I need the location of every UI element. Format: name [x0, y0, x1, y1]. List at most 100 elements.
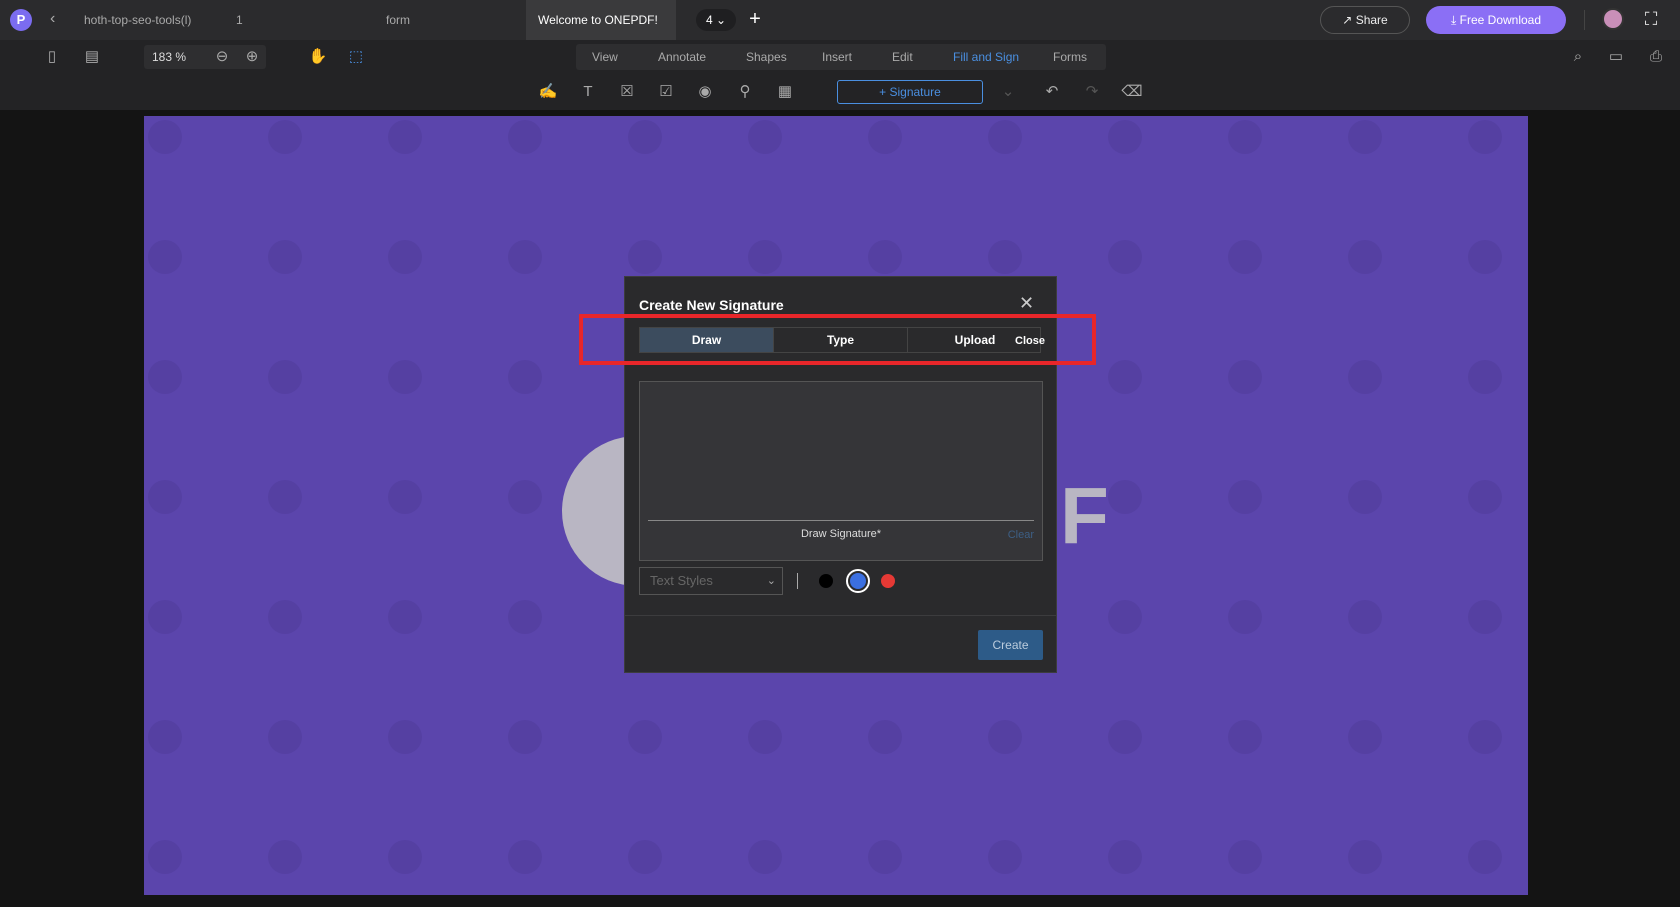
print-icon[interactable]: ⎙ [1644, 45, 1668, 69]
bg-dot [508, 240, 542, 274]
clear-link[interactable]: Clear [1008, 529, 1034, 541]
bg-dot [748, 240, 782, 274]
cross-box-icon[interactable]: ☒ [615, 80, 639, 104]
bg-dot [1468, 600, 1502, 634]
share-button[interactable]: ↗ Share [1320, 6, 1410, 34]
menu-shapes[interactable]: Shapes [746, 44, 787, 70]
bg-dot [748, 120, 782, 154]
bg-dot [148, 240, 182, 274]
bg-dot [508, 120, 542, 154]
color-blue[interactable] [846, 569, 870, 593]
bg-logo-letter: F [1060, 471, 1109, 560]
divider [797, 573, 798, 589]
bg-dot [628, 840, 662, 874]
highlight-box [579, 314, 1096, 365]
bg-dot [508, 360, 542, 394]
zoom-in-icon[interactable]: ⊕ [240, 45, 264, 69]
share-label: Share [1355, 13, 1388, 27]
add-tab-icon[interactable]: + [744, 8, 766, 30]
back-arrow-icon[interactable]: ‹ [50, 10, 55, 28]
signature-draw-area[interactable]: Draw Signature* Clear [639, 381, 1043, 561]
bg-dot [868, 240, 902, 274]
eraser-icon[interactable]: ⌫ [1120, 80, 1144, 104]
comments-icon[interactable]: ▭ [1604, 45, 1628, 69]
bg-dot [988, 720, 1022, 754]
chevron-down-icon: ⌄ [766, 575, 776, 587]
bg-dot [1108, 360, 1142, 394]
select-tool-icon[interactable]: ⬚ [344, 45, 368, 69]
bg-dot [388, 240, 422, 274]
bg-dot [148, 120, 182, 154]
redo-icon[interactable]: ↷ [1080, 80, 1104, 104]
text-styles-select[interactable]: Text Styles ⌄ [639, 567, 783, 595]
bg-dot [868, 840, 902, 874]
stamp-icon[interactable]: ⚲ [733, 80, 757, 104]
radio-icon[interactable]: ◉ [693, 80, 717, 104]
bg-dot [1348, 480, 1382, 514]
bg-dot [628, 240, 662, 274]
app-logo-icon[interactable]: P [10, 9, 32, 31]
bg-dot [268, 240, 302, 274]
download-label: Free Download [1459, 13, 1542, 27]
fill-sign-toolbar: ✍ T ☒ ☑ ◉ ⚲ ▦ + Signature ⌄ ↶ ↷ ⌫ [0, 74, 1680, 110]
menu-forms[interactable]: Forms [1053, 44, 1087, 70]
bg-dot [1108, 480, 1142, 514]
bg-dot [1228, 720, 1262, 754]
tab-count-dropdown[interactable]: 4 ⌄ [696, 9, 736, 31]
bg-dot [388, 480, 422, 514]
user-avatar[interactable] [1602, 8, 1624, 30]
tab-form[interactable]: form [386, 0, 410, 40]
free-download-button[interactable]: ⤓ Free Download [1426, 6, 1566, 34]
menu-strip: View Annotate Shapes Insert Edit Fill an… [576, 44, 1106, 70]
bg-dot [388, 720, 422, 754]
tab-welcome[interactable]: Welcome to ONEPDF! [526, 0, 676, 40]
add-signature-button[interactable]: + Signature [837, 80, 983, 104]
hand-tool-icon[interactable]: ✋ [306, 45, 330, 69]
checkbox-icon[interactable]: ☑ [654, 80, 678, 104]
dialog-title: Create New Signature [639, 297, 784, 313]
bg-dot [268, 120, 302, 154]
fullscreen-icon[interactable]: ⛶ [1640, 8, 1662, 30]
bg-dot [1228, 120, 1262, 154]
color-black[interactable] [819, 574, 833, 588]
bg-dot [268, 360, 302, 394]
bg-dot [748, 840, 782, 874]
text-styles-placeholder: Text Styles [650, 573, 713, 588]
bg-dot [868, 720, 902, 754]
signature-pen-icon[interactable]: ✍ [536, 80, 560, 104]
bg-dot [988, 840, 1022, 874]
zoom-out-icon[interactable]: ⊖ [210, 45, 234, 69]
menu-view[interactable]: View [592, 44, 618, 70]
bg-dot [1348, 600, 1382, 634]
page-settings-icon[interactable]: ▤ [80, 45, 104, 69]
undo-icon[interactable]: ↶ [1040, 80, 1064, 104]
text-tool-icon[interactable]: T [576, 80, 600, 104]
search-icon[interactable]: ⌕ [1566, 45, 1590, 69]
bg-dot [748, 720, 782, 754]
color-red[interactable] [881, 574, 895, 588]
tab-hoth[interactable]: hoth-top-seo-tools(l) [84, 0, 191, 40]
bg-dot [268, 840, 302, 874]
tab-count: 4 [705, 13, 713, 27]
bg-dot [268, 480, 302, 514]
bg-dot [1348, 840, 1382, 874]
bg-dot [1468, 480, 1502, 514]
bg-dot [508, 720, 542, 754]
zoom-value[interactable]: 183 % [152, 45, 186, 69]
calendar-icon[interactable]: ▦ [773, 80, 797, 104]
bg-dot [388, 600, 422, 634]
bg-dot [1228, 600, 1262, 634]
chevron-down-icon[interactable]: ⌄ [996, 80, 1020, 104]
bg-dot [1108, 840, 1142, 874]
menu-insert[interactable]: Insert [822, 44, 852, 70]
close-icon[interactable]: ✕ [1019, 293, 1034, 314]
bg-dot [388, 840, 422, 874]
menu-fill-and-sign[interactable]: Fill and Sign [953, 44, 1019, 70]
menu-edit[interactable]: Edit [892, 44, 913, 70]
menu-annotate[interactable]: Annotate [658, 44, 706, 70]
bg-dot [268, 720, 302, 754]
bg-dot [1348, 240, 1382, 274]
tab-1[interactable]: 1 [236, 0, 243, 40]
sidebar-toggle-icon[interactable]: ▯ [40, 45, 64, 69]
create-button[interactable]: Create [978, 630, 1043, 660]
